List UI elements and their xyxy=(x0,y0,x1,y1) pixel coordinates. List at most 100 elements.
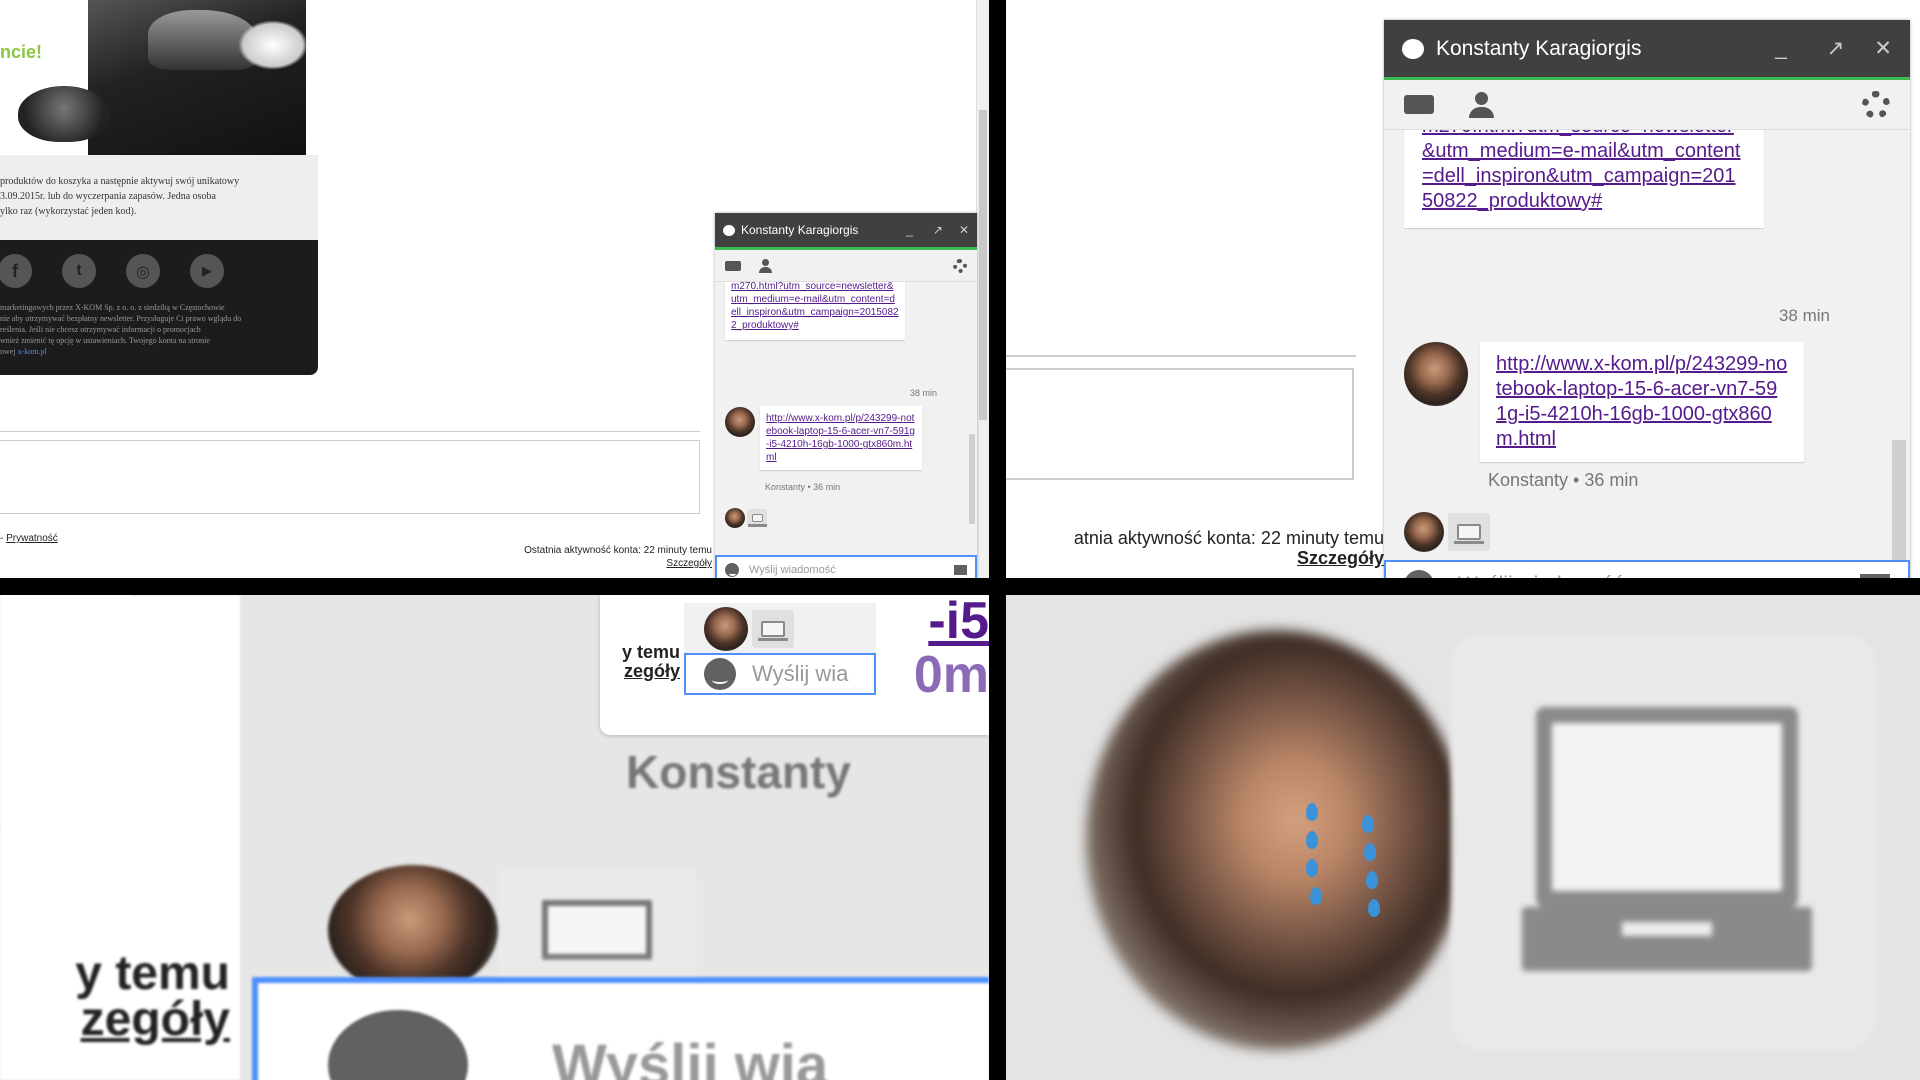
message-placeholder: Wyślij wiadomość xyxy=(1458,573,1860,578)
speech-bubble-icon xyxy=(723,224,735,236)
promo-footer: f t ◎ ▶ marketingowych przez X-KOM Sp. z… xyxy=(0,240,318,375)
social-icons: f t ◎ ▶ xyxy=(0,254,224,288)
divider xyxy=(0,431,700,432)
footer-line: wnież zmienić tę opcję w ustawieniach. T… xyxy=(0,336,210,345)
seen-avatar xyxy=(725,508,745,528)
message-link[interactable]: http://www.x-kom.pl/p/243299-notebook-la… xyxy=(766,413,915,463)
popout-icon[interactable]: ↗ xyxy=(1827,36,1845,61)
zoom-account-activity: atnia aktywność konta: 22 minuty temu Sz… xyxy=(1074,528,1384,568)
footer-legal: marketingowych przez X-KOM Sp. z o. o. z… xyxy=(0,302,315,357)
emoji-icon[interactable] xyxy=(1404,570,1434,578)
footer-line: marketingowych przez X-KOM Sp. z o. o. z… xyxy=(0,303,225,312)
twitter-icon[interactable]: t xyxy=(62,254,96,288)
message-link-rest: utm_source=newsletter&utm_medium=e-mail&… xyxy=(1422,130,1741,212)
laptop-trackpad xyxy=(1622,922,1712,936)
chat-messages: m270.html?utm_source=newsletter&utm_medi… xyxy=(715,282,977,532)
minimize-icon[interactable]: _ xyxy=(1775,37,1787,61)
laptop-icon xyxy=(752,610,794,648)
teardrop xyxy=(1368,899,1380,917)
emoji-icon[interactable] xyxy=(328,1010,468,1080)
details-link[interactable]: Szczegóły xyxy=(1297,548,1384,568)
sender-name: Konstanty xyxy=(626,746,851,798)
message-meta: Konstanty • 36 min xyxy=(1488,470,1639,490)
details-fragment[interactable]: zegóły xyxy=(620,662,680,681)
chat-title[interactable]: Konstanty Karagiorgis xyxy=(1436,37,1755,61)
chat-scrollbar[interactable] xyxy=(969,434,975,524)
gear-icon[interactable] xyxy=(1862,90,1890,119)
message-placeholder: Wyślij wiadomość xyxy=(749,564,836,576)
popout-icon[interactable]: ↗ xyxy=(933,223,943,237)
footer-line: reślenia. Jeśli nie chcesz otrzymywać in… xyxy=(0,325,201,334)
promo-text: produktów do koszyka a następnie aktywuj… xyxy=(0,174,318,219)
message-input[interactable]: Wyślij wiadomość xyxy=(715,555,977,578)
reply-box[interactable] xyxy=(0,440,700,514)
page-scrollbar[interactable] xyxy=(976,0,989,578)
laptop-icon xyxy=(1448,513,1490,551)
gaming-mouse-image xyxy=(18,86,110,142)
details-link[interactable]: Szczegóły xyxy=(666,558,712,569)
gear-icon[interactable] xyxy=(953,258,967,273)
x-kom-link[interactable]: x-kom.pl xyxy=(18,347,47,356)
video-camera-icon[interactable] xyxy=(725,260,741,271)
footer-line: nie aby otrzymywać bezpłatny newsletter.… xyxy=(0,314,242,323)
activity-text: Ostatnia aktywność konta: 22 minuty temu xyxy=(524,545,712,556)
footer-line-text: owej xyxy=(0,347,16,356)
facebook-icon[interactable]: f xyxy=(0,254,32,288)
message-time: 38 min xyxy=(1778,306,1830,325)
inset-message-input[interactable]: Wyślij wia xyxy=(684,653,876,695)
video-camera-icon[interactable] xyxy=(1404,95,1434,114)
input-fragment: Wyślij wia xyxy=(552,1032,829,1080)
footer-line: owej x-kom.pl xyxy=(0,346,315,357)
details-fragment[interactable]: zegóły xyxy=(0,996,230,1044)
contact-avatar[interactable] xyxy=(725,407,755,437)
close-icon[interactable]: ✕ xyxy=(1874,36,1892,61)
add-person-icon[interactable] xyxy=(759,258,775,273)
link-fragment: -i5 xyxy=(928,595,989,650)
laptop-icon xyxy=(498,868,696,992)
emoji-icon[interactable] xyxy=(704,658,736,690)
emoji-icon[interactable] xyxy=(725,563,739,577)
zoom-divider xyxy=(1006,355,1356,357)
chat-message: http://www.x-kom.pl/p/243299-notebook-la… xyxy=(760,406,922,470)
inset-activity: y temu zegóły xyxy=(620,643,680,681)
contact-avatar[interactable] xyxy=(1404,342,1468,406)
chat-messages: m270.html?utm_source=newsletter&utm_medi… xyxy=(1384,130,1910,560)
privacy-link[interactable]: Prywatność xyxy=(6,533,58,544)
minimize-icon[interactable]: _ xyxy=(906,223,913,237)
message-link[interactable]: m270.html?utm_source=newsletter&utm_medi… xyxy=(731,282,899,331)
youtube-icon[interactable]: ▶ xyxy=(190,254,224,288)
smoke-image xyxy=(238,20,308,70)
seen-avatar xyxy=(328,865,498,995)
privacy-row: - Prywatność xyxy=(0,533,58,544)
image-icon[interactable] xyxy=(1860,574,1890,578)
laptop-icon xyxy=(747,509,767,527)
chat-message: http://www.x-kom.pl/p/243299-notebook-la… xyxy=(1480,342,1804,462)
image-icon[interactable] xyxy=(954,565,967,575)
message-time: 38 min xyxy=(909,388,937,398)
close-icon[interactable]: ✕ xyxy=(959,223,969,237)
teardrop xyxy=(1306,831,1318,849)
message-input[interactable]: Wyślij wiadomość xyxy=(1384,560,1910,578)
speech-bubble-icon xyxy=(1402,38,1424,59)
promo-banner: ncie! xyxy=(0,0,318,155)
message-link-start: m270.html? xyxy=(731,282,784,292)
teardrop-marks xyxy=(1306,803,1436,923)
scrollbar-thumb[interactable] xyxy=(979,110,987,420)
teardrop xyxy=(1362,815,1374,833)
zoom-reply-box xyxy=(1006,368,1354,480)
chat-scrollbar[interactable] xyxy=(1892,440,1906,560)
add-person-icon[interactable] xyxy=(1469,91,1501,118)
message-link[interactable]: m270.html?utm_source=newsletter&utm_medi… xyxy=(1422,130,1740,212)
big-message-input[interactable]: Wyślij wia xyxy=(252,977,989,1080)
chat-header[interactable]: Konstanty Karagiorgis _ ↗ ✕ xyxy=(1384,20,1910,80)
chat-title[interactable]: Konstanty Karagiorgis xyxy=(741,223,896,237)
seen-avatar xyxy=(704,607,748,651)
activity-text: atnia aktywność konta: 22 minuty temu xyxy=(1073,528,1384,548)
big-activity: y temu zegóły xyxy=(0,950,230,1044)
chat-header[interactable]: Konstanty Karagiorgis _ ↗ ✕ xyxy=(715,213,977,250)
teardrop xyxy=(1364,843,1376,861)
message-link[interactable]: http://www.x-kom.pl/p/243299-notebook-la… xyxy=(1496,353,1787,450)
instagram-icon[interactable]: ◎ xyxy=(126,254,160,288)
promo-text-line: 3.09.2015r. lub do wyczerpania zapasów. … xyxy=(0,191,216,202)
link-fragment-2: 0m xyxy=(913,646,989,704)
